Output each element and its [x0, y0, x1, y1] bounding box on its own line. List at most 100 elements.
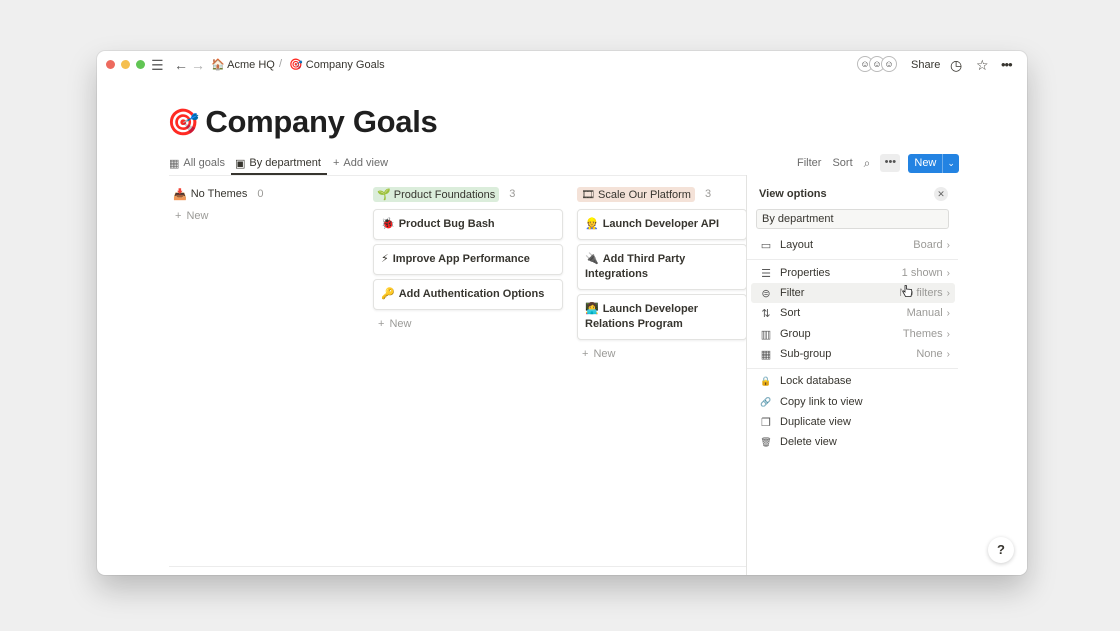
action-delete-view[interactable]: 🗑 Delete view [751, 432, 955, 452]
card-product-bug-bash[interactable]: 🐞 Product Bug Bash [373, 209, 563, 240]
help-button[interactable]: ? [988, 537, 1014, 563]
filter-button[interactable]: Filter [797, 157, 821, 169]
option-value: Board [913, 239, 943, 251]
column-count: 3 [509, 188, 516, 200]
column-name: Scale Our Platform [598, 188, 691, 201]
link-icon: 🔗 [760, 396, 772, 407]
new-button-label: New [914, 157, 937, 169]
board-column: 🎞 Scale Our Platform 3 👷 Launch Developer… [577, 183, 747, 360]
action-label: Copy link to view [780, 396, 863, 408]
close-window-button[interactable] [106, 60, 115, 69]
plus-icon: + [175, 210, 182, 222]
chevron-right-icon: › [946, 267, 950, 279]
key-icon: 🔑 [381, 288, 395, 300]
chevron-right-icon: › [946, 287, 950, 299]
app-window: ☰ ← → 🏠 Acme HQ / 🎯 Company Goals ☺ ☺ ☺ … [97, 51, 1027, 575]
plus-icon: + [582, 348, 589, 360]
sort-button[interactable]: Sort [832, 157, 852, 169]
zoom-window-button[interactable] [136, 60, 145, 69]
bug-icon: 🐞 [381, 218, 395, 230]
lock-icon: 🔒 [760, 375, 772, 386]
card-add-authentication-options[interactable]: 🔑 Add Authentication Options [373, 279, 563, 310]
layout-icon: ▭ [760, 239, 772, 252]
column-tag: 🎞 Scale Our Platform [577, 186, 695, 202]
chevron-right-icon: › [946, 239, 950, 251]
close-icon[interactable]: ✕ [934, 187, 948, 201]
action-copy-link[interactable]: 🔗 Copy link to view [751, 392, 955, 412]
chevron-down-icon[interactable]: ⌄ [942, 153, 959, 173]
tab-all-goals[interactable]: ▦ All goals [169, 151, 225, 175]
duplicate-icon: ❐ [761, 416, 771, 429]
properties-icon: ☰ [761, 267, 771, 280]
column-tag: 🌱 Product Foundations [373, 186, 500, 202]
star-icon[interactable]: ☆ [976, 56, 989, 74]
card-title: Launch Developer API [602, 218, 720, 230]
chevron-right-icon: › [946, 307, 950, 319]
board-icon: ▣ [234, 157, 246, 170]
view-options-panel: View options ✕ ▭ Layout Board › ☰ Proper… [746, 175, 1027, 575]
board-column: 🌱 Product Foundations 3 🐞 Product Bug Bas… [373, 183, 563, 330]
house-icon: 🏠 [211, 59, 225, 71]
tab-by-department[interactable]: ▣ By department [230, 151, 327, 175]
share-button[interactable]: Share [911, 58, 940, 72]
add-card-label: New [186, 210, 209, 222]
trash-icon: 🗑 [760, 436, 772, 447]
worker-icon: 👷 [585, 218, 599, 230]
breadcrumb-workspace[interactable]: 🏠 Acme HQ [211, 58, 275, 72]
option-value: Manual [906, 307, 943, 319]
search-icon[interactable]: ⌕ [864, 156, 871, 171]
card-title: Launch Developer Relations Program [585, 303, 699, 330]
option-layout[interactable]: ▭ Layout Board › [751, 235, 955, 255]
divider [169, 175, 747, 176]
option-label: Group [780, 328, 811, 340]
film-icon: 🎞 [581, 188, 595, 201]
action-duplicate-view[interactable]: ❐ Duplicate view [751, 412, 955, 432]
option-group[interactable]: ▥ Group Themes › [751, 324, 955, 344]
card-launch-developer-relations-program[interactable]: 👩‍💻 Launch Developer Relations Program [577, 294, 747, 340]
add-view-button[interactable]: + Add view [333, 151, 388, 175]
menu-icon[interactable]: ☰ [151, 56, 164, 74]
forward-arrow-icon[interactable]: → [191, 56, 205, 74]
target-icon[interactable]: 🎯 [167, 107, 199, 138]
plus-icon: + [378, 318, 385, 330]
table-icon: ▦ [169, 157, 180, 170]
sort-icon: ⇅ [761, 307, 771, 320]
column-name: Product Foundations [393, 188, 496, 201]
new-button[interactable]: New ⌄ [908, 153, 959, 173]
option-subgroup[interactable]: ▦ Sub-group None › [751, 344, 955, 364]
tab-label: By department [249, 157, 321, 169]
column-count: 3 [704, 188, 712, 200]
filter-icon: ⊜ [761, 287, 771, 300]
add-card-button[interactable]: + New [173, 210, 363, 222]
card-add-third-party-integrations[interactable]: 🔌 Add Third Party Integrations [577, 244, 747, 290]
view-more-button[interactable]: ••• [880, 154, 901, 172]
option-label: Layout [780, 239, 814, 251]
column-name: No Themes [190, 188, 248, 200]
minimize-window-button[interactable] [121, 60, 130, 69]
add-card-label: New [593, 348, 616, 360]
card-launch-developer-api[interactable]: 👷 Launch Developer API [577, 209, 747, 240]
option-sort[interactable]: ⇅ Sort Manual › [751, 303, 955, 323]
view-name-input[interactable] [756, 209, 949, 229]
card-improve-app-performance[interactable]: ⚡ Improve App Performance [373, 244, 563, 275]
column-header[interactable]: 🌱 Product Foundations 3 [373, 183, 563, 205]
subgroup-icon: ▦ [760, 348, 772, 361]
add-card-button[interactable]: + New [577, 348, 747, 360]
plus-icon: + [332, 157, 340, 169]
clock-icon[interactable]: ◷ [950, 56, 962, 74]
option-filter[interactable]: ⊜ Filter No filters › [751, 283, 955, 303]
option-properties[interactable]: ☰ Properties 1 shown › [751, 263, 955, 283]
column-header[interactable]: 📥 No Themes 0 [173, 183, 363, 205]
column-header[interactable]: 🎞 Scale Our Platform 3 [577, 183, 747, 205]
collaborator-avatars[interactable]: ☺ ☺ ☺ [857, 56, 899, 74]
action-lock-database[interactable]: 🔒 Lock database [751, 371, 955, 391]
add-view-label: Add view [343, 157, 389, 169]
page-title-text[interactable]: Company Goals [205, 104, 437, 140]
back-arrow-icon[interactable]: ← [174, 56, 188, 74]
card-title: Add Authentication Options [398, 288, 545, 300]
action-label: Duplicate view [780, 416, 851, 428]
more-icon[interactable]: ••• [1001, 56, 1013, 74]
plug-icon: 🔌 [585, 253, 599, 265]
breadcrumb-page[interactable]: 🎯 Company Goals [289, 58, 385, 72]
add-card-button[interactable]: + New [373, 318, 563, 330]
